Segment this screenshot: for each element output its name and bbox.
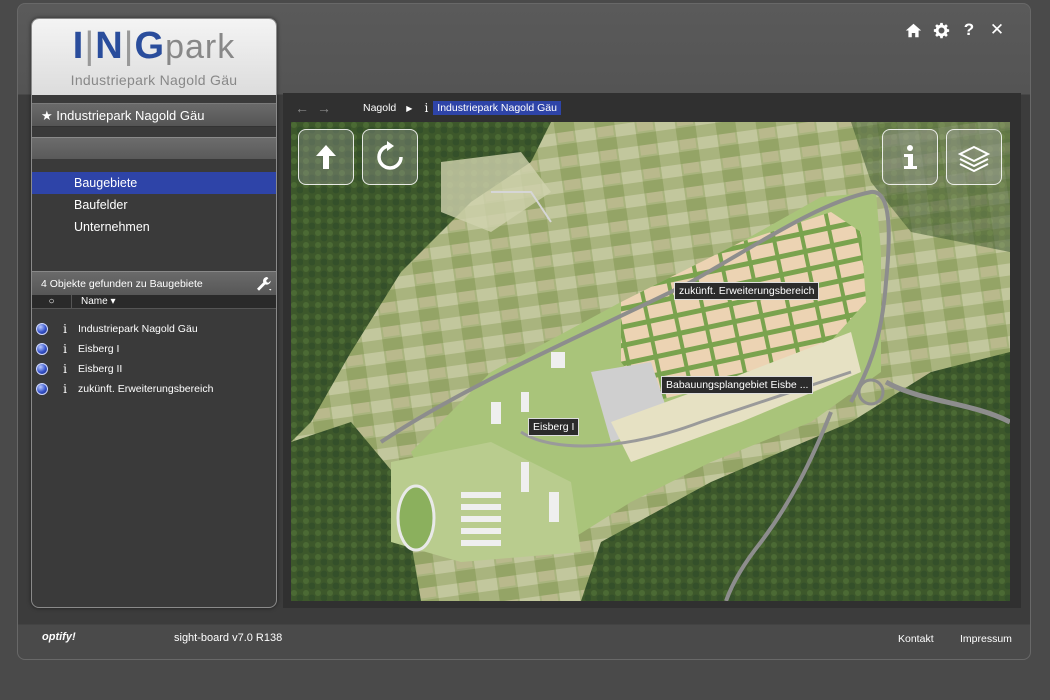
result-summary-bar: 4 Objekte gefunden zu Baugebiete <box>32 271 276 295</box>
category-item-unternehmen[interactable]: Unternehmen <box>32 216 276 238</box>
reload-icon <box>377 141 403 170</box>
back-arrow-icon[interactable]: ← <box>295 100 317 116</box>
project-selector[interactable]: ★ Industriepark Nagold Gäu <box>32 103 276 127</box>
info-icon[interactable]: i <box>424 101 428 115</box>
list-item-label: Industriepark Nagold Gäu <box>78 323 198 335</box>
brand-logo[interactable]: optify! <box>42 631 76 643</box>
map-label-eisberg[interactable]: Eisberg I <box>528 418 580 436</box>
impressum-link[interactable]: Impressum <box>960 633 1012 645</box>
list-item[interactable]: i Eisberg II <box>32 359 276 379</box>
wrench-icon[interactable] <box>254 275 274 293</box>
version-text: sight-board v7.0 R138 <box>174 632 283 644</box>
left-panel: I|N|Gpark Industriepark Nagold Gäu ★ Ind… <box>31 18 277 608</box>
category-item-baugebiete[interactable]: Baugebiete <box>32 172 276 194</box>
logo-park: park <box>165 28 236 66</box>
breadcrumb-separator-icon: ▶ <box>406 103 413 113</box>
list-item-label: zukünft. Erweiterungsbereich <box>78 383 214 395</box>
result-list: i Industriepark Nagold Gäu i Eisberg I i… <box>32 319 276 399</box>
map-label-bebauung[interactable]: Babauungsplangebiet Eisbe ... <box>661 376 814 394</box>
logo-subtitle: Industriepark Nagold Gäu <box>70 72 238 88</box>
logo: I|N|Gpark Industriepark Nagold Gäu <box>32 19 276 95</box>
info-icon[interactable]: i <box>58 362 72 376</box>
logo-ing: I|N|G <box>72 25 166 67</box>
aerial-map-image <box>291 122 1010 601</box>
gear-icon[interactable] <box>932 20 950 40</box>
home-icon[interactable] <box>904 20 922 40</box>
result-summary: 4 Objekte gefunden zu Baugebiete <box>41 278 203 290</box>
project-name: Industriepark Nagold Gäu <box>56 108 205 123</box>
list-item-label: Eisberg I <box>78 343 120 355</box>
info-icon[interactable]: i <box>58 322 72 336</box>
result-column-header: ○ Name ▾ <box>32 295 276 309</box>
list-item-label: Eisberg II <box>78 363 123 375</box>
search-bar[interactable] <box>32 137 276 159</box>
globe-icon <box>36 323 48 335</box>
list-item[interactable]: i zukünft. Erweiterungsbereich <box>32 379 276 399</box>
kontakt-link[interactable]: Kontakt <box>898 633 934 645</box>
aerial-map[interactable]: zukünft. Erweiterungsbereich Babauungspl… <box>291 122 1010 601</box>
list-item[interactable]: i Eisberg I <box>32 339 276 359</box>
reload-button[interactable] <box>362 129 418 185</box>
info-icon[interactable]: i <box>58 382 72 396</box>
close-icon[interactable]: ✕ <box>988 20 1006 40</box>
info-icon[interactable]: i <box>58 342 72 356</box>
up-arrow-button[interactable] <box>298 129 354 185</box>
breadcrumb: ← → Nagold ▶ i Industriepark Nagold Gäu <box>295 99 561 117</box>
layers-icon <box>957 145 991 173</box>
help-icon[interactable]: ? <box>960 20 978 40</box>
globe-icon <box>36 363 48 375</box>
list-item[interactable]: i Industriepark Nagold Gäu <box>32 319 276 339</box>
globe-icon <box>36 383 48 395</box>
breadcrumb-nagold[interactable]: Nagold <box>363 102 396 114</box>
up-arrow-icon <box>316 145 336 169</box>
footer: optify! sight-board v7.0 R138 Kontakt Im… <box>17 622 1031 660</box>
column-icon-header[interactable]: ○ <box>32 295 72 308</box>
globe-icon <box>36 343 48 355</box>
forward-arrow-icon[interactable]: → <box>317 100 339 116</box>
map-info-button[interactable] <box>882 129 938 185</box>
top-toolbar: ? ✕ <box>904 20 1006 40</box>
layers-button[interactable] <box>946 129 1002 185</box>
category-item-baufelder[interactable]: Baufelder <box>32 194 276 216</box>
category-list: Baugebiete Baufelder Unternehmen <box>32 172 276 238</box>
info-icon <box>904 145 917 169</box>
breadcrumb-current[interactable]: Industriepark Nagold Gäu <box>433 101 561 115</box>
star-icon: ★ <box>41 108 53 123</box>
map-label-erweiterung[interactable]: zukünft. Erweiterungsbereich <box>674 282 820 300</box>
column-name-header[interactable]: Name ▾ <box>81 295 115 308</box>
